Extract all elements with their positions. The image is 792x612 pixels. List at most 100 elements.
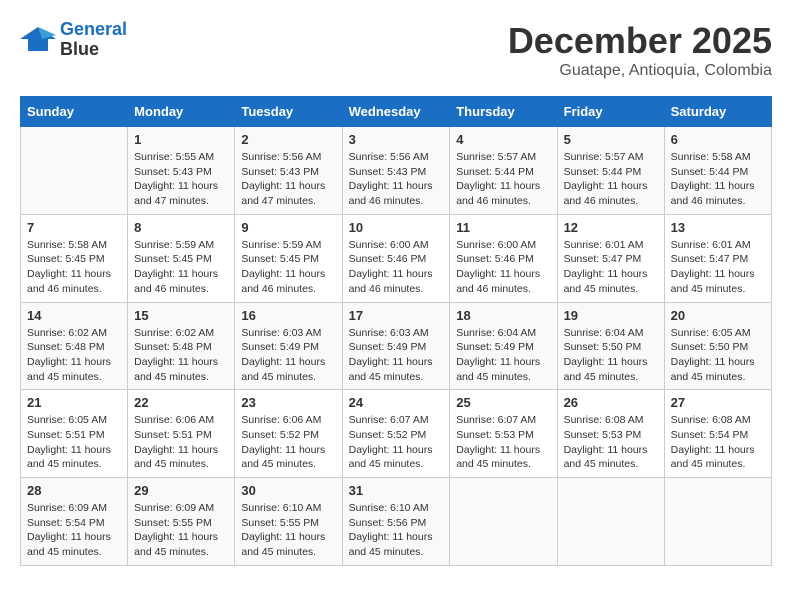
day-number: 28 bbox=[27, 483, 121, 498]
day-info: Sunrise: 6:00 AMSunset: 5:46 PMDaylight:… bbox=[349, 238, 444, 297]
calendar-cell: 13Sunrise: 6:01 AMSunset: 5:47 PMDayligh… bbox=[664, 214, 771, 302]
calendar-cell: 29 Sunrise: 6:09 AMSunset: 5:55 PMDayligh… bbox=[128, 478, 235, 566]
day-number: 30 bbox=[241, 483, 335, 498]
day-number: 23 bbox=[241, 395, 335, 410]
day-number: 18 bbox=[456, 308, 550, 323]
day-info: Sunrise: 5:56 AMSunset: 5:43 PMDaylight:… bbox=[349, 150, 444, 209]
day-info: Sunrise: 6:01 AMSunset: 5:47 PMDaylight:… bbox=[671, 238, 765, 297]
day-info: Sunrise: 5:57 AMSunset: 5:44 PMDaylight:… bbox=[564, 150, 658, 209]
day-info: Sunrise: 6:07 AMSunset: 5:52 PMDaylight:… bbox=[349, 413, 444, 472]
day-number: 12 bbox=[564, 220, 658, 235]
day-number: 11 bbox=[456, 220, 550, 235]
day-info: Sunrise: 6:05 AMSunset: 5:50 PMDaylight:… bbox=[671, 326, 765, 385]
calendar-cell: 23 Sunrise: 6:06 AMSunset: 5:52 PMDayligh… bbox=[235, 390, 342, 478]
day-info: Sunrise: 5:58 AMSunset: 5:45 PMDaylight:… bbox=[27, 238, 121, 297]
day-number: 24 bbox=[349, 395, 444, 410]
calendar-cell: 10Sunrise: 6:00 AMSunset: 5:46 PMDayligh… bbox=[342, 214, 450, 302]
day-number: 17 bbox=[349, 308, 444, 323]
logo: General Blue bbox=[20, 20, 127, 60]
day-number: 29 bbox=[134, 483, 228, 498]
day-info: Sunrise: 5:56 AMSunset: 5:43 PMDaylight:… bbox=[241, 150, 335, 209]
month-title: December 2025 bbox=[508, 20, 772, 62]
day-info: Sunrise: 6:06 AMSunset: 5:52 PMDaylight:… bbox=[241, 413, 335, 472]
page-header: General Blue December 2025 Guatape, Anti… bbox=[20, 20, 772, 80]
day-info: Sunrise: 6:02 AMSunset: 5:48 PMDaylight:… bbox=[134, 326, 228, 385]
calendar-cell: 12 Sunrise: 6:01 AMSunset: 5:47 PMDayligh… bbox=[557, 214, 664, 302]
day-number: 4 bbox=[456, 132, 550, 147]
calendar-week-5: 28 Sunrise: 6:09 AMSunset: 5:54 PMDayligh… bbox=[21, 478, 772, 566]
day-number: 21 bbox=[27, 395, 121, 410]
calendar-cell: 28 Sunrise: 6:09 AMSunset: 5:54 PMDayligh… bbox=[21, 478, 128, 566]
day-number: 14 bbox=[27, 308, 121, 323]
calendar-week-4: 21 Sunrise: 6:05 AMSunset: 5:51 PMDayligh… bbox=[21, 390, 772, 478]
day-number: 3 bbox=[349, 132, 444, 147]
calendar-cell: 7 Sunrise: 5:58 AMSunset: 5:45 PMDaylight… bbox=[21, 214, 128, 302]
day-info: Sunrise: 6:05 AMSunset: 5:51 PMDaylight:… bbox=[27, 413, 121, 472]
weekday-header-monday: Monday bbox=[128, 97, 235, 127]
day-info: Sunrise: 6:00 AMSunset: 5:46 PMDaylight:… bbox=[456, 238, 550, 297]
day-info: Sunrise: 6:08 AMSunset: 5:54 PMDaylight:… bbox=[671, 413, 765, 472]
calendar-week-1: 1Sunrise: 5:55 AMSunset: 5:43 PMDaylight… bbox=[21, 127, 772, 215]
weekday-header-sunday: Sunday bbox=[21, 97, 128, 127]
calendar-cell: 6 Sunrise: 5:58 AMSunset: 5:44 PMDaylight… bbox=[664, 127, 771, 215]
day-number: 25 bbox=[456, 395, 550, 410]
day-info: Sunrise: 5:57 AMSunset: 5:44 PMDaylight:… bbox=[456, 150, 550, 209]
day-info: Sunrise: 5:55 AMSunset: 5:43 PMDaylight:… bbox=[134, 150, 228, 209]
day-number: 19 bbox=[564, 308, 658, 323]
day-info: Sunrise: 6:04 AMSunset: 5:49 PMDaylight:… bbox=[456, 326, 550, 385]
day-info: Sunrise: 6:09 AMSunset: 5:55 PMDaylight:… bbox=[134, 501, 228, 560]
day-number: 2 bbox=[241, 132, 335, 147]
day-info: Sunrise: 6:02 AMSunset: 5:48 PMDaylight:… bbox=[27, 326, 121, 385]
calendar-cell bbox=[664, 478, 771, 566]
day-number: 7 bbox=[27, 220, 121, 235]
calendar-cell: 17Sunrise: 6:03 AMSunset: 5:49 PMDayligh… bbox=[342, 302, 450, 390]
calendar-cell: 4 Sunrise: 5:57 AMSunset: 5:44 PMDaylight… bbox=[450, 127, 557, 215]
day-number: 20 bbox=[671, 308, 765, 323]
weekday-header-thursday: Thursday bbox=[450, 97, 557, 127]
day-number: 26 bbox=[564, 395, 658, 410]
calendar-cell: 31Sunrise: 6:10 AMSunset: 5:56 PMDayligh… bbox=[342, 478, 450, 566]
calendar-cell: 5 Sunrise: 5:57 AMSunset: 5:44 PMDaylight… bbox=[557, 127, 664, 215]
day-number: 6 bbox=[671, 132, 765, 147]
logo-bird-icon bbox=[20, 25, 56, 55]
day-info: Sunrise: 6:01 AMSunset: 5:47 PMDaylight:… bbox=[564, 238, 658, 297]
weekday-header-tuesday: Tuesday bbox=[235, 97, 342, 127]
day-info: Sunrise: 6:09 AMSunset: 5:54 PMDaylight:… bbox=[27, 501, 121, 560]
calendar-cell: 16Sunrise: 6:03 AMSunset: 5:49 PMDayligh… bbox=[235, 302, 342, 390]
weekday-header-saturday: Saturday bbox=[664, 97, 771, 127]
calendar-table: SundayMondayTuesdayWednesdayThursdayFrid… bbox=[20, 96, 772, 566]
weekday-header-wednesday: Wednesday bbox=[342, 97, 450, 127]
day-number: 27 bbox=[671, 395, 765, 410]
day-number: 15 bbox=[134, 308, 228, 323]
day-info: Sunrise: 6:10 AMSunset: 5:55 PMDaylight:… bbox=[241, 501, 335, 560]
calendar-cell bbox=[557, 478, 664, 566]
calendar-week-2: 7 Sunrise: 5:58 AMSunset: 5:45 PMDaylight… bbox=[21, 214, 772, 302]
day-number: 8 bbox=[134, 220, 228, 235]
day-info: Sunrise: 5:59 AMSunset: 5:45 PMDaylight:… bbox=[241, 238, 335, 297]
title-block: December 2025 Guatape, Antioquia, Colomb… bbox=[508, 20, 772, 80]
day-info: Sunrise: 6:04 AMSunset: 5:50 PMDaylight:… bbox=[564, 326, 658, 385]
calendar-cell bbox=[21, 127, 128, 215]
calendar-cell: 2 Sunrise: 5:56 AMSunset: 5:43 PMDaylight… bbox=[235, 127, 342, 215]
calendar-cell: 30 Sunrise: 6:10 AMSunset: 5:55 PMDayligh… bbox=[235, 478, 342, 566]
weekday-header-row: SundayMondayTuesdayWednesdayThursdayFrid… bbox=[21, 97, 772, 127]
day-info: Sunrise: 5:59 AMSunset: 5:45 PMDaylight:… bbox=[134, 238, 228, 297]
calendar-cell: 24 Sunrise: 6:07 AMSunset: 5:52 PMDayligh… bbox=[342, 390, 450, 478]
weekday-header-friday: Friday bbox=[557, 97, 664, 127]
day-info: Sunrise: 6:07 AMSunset: 5:53 PMDaylight:… bbox=[456, 413, 550, 472]
logo-text: General Blue bbox=[60, 20, 127, 60]
calendar-week-3: 14 Sunrise: 6:02 AMSunset: 5:48 PMDayligh… bbox=[21, 302, 772, 390]
day-info: Sunrise: 6:06 AMSunset: 5:51 PMDaylight:… bbox=[134, 413, 228, 472]
calendar-cell: 22Sunrise: 6:06 AMSunset: 5:51 PMDayligh… bbox=[128, 390, 235, 478]
calendar-cell: 25 Sunrise: 6:07 AMSunset: 5:53 PMDayligh… bbox=[450, 390, 557, 478]
day-number: 31 bbox=[349, 483, 444, 498]
day-number: 5 bbox=[564, 132, 658, 147]
calendar-cell bbox=[450, 478, 557, 566]
calendar-cell: 15 Sunrise: 6:02 AMSunset: 5:48 PMDayligh… bbox=[128, 302, 235, 390]
day-info: Sunrise: 5:58 AMSunset: 5:44 PMDaylight:… bbox=[671, 150, 765, 209]
day-number: 16 bbox=[241, 308, 335, 323]
calendar-cell: 20 Sunrise: 6:05 AMSunset: 5:50 PMDayligh… bbox=[664, 302, 771, 390]
calendar-cell: 14 Sunrise: 6:02 AMSunset: 5:48 PMDayligh… bbox=[21, 302, 128, 390]
calendar-cell: 3 Sunrise: 5:56 AMSunset: 5:43 PMDaylight… bbox=[342, 127, 450, 215]
calendar-cell: 19 Sunrise: 6:04 AMSunset: 5:50 PMDayligh… bbox=[557, 302, 664, 390]
